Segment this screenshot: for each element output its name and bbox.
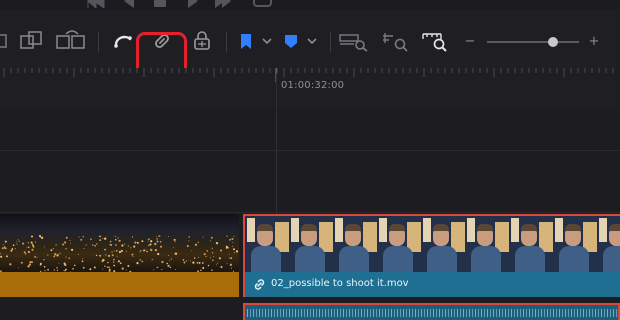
- full-extent-zoom-icon[interactable]: [338, 21, 370, 61]
- snapping-icon[interactable]: [110, 21, 136, 61]
- zoom-out-label: −: [464, 33, 476, 49]
- clip-frame: [377, 216, 421, 272]
- clip-frame: [289, 216, 333, 272]
- ripple-overwrite-icon[interactable]: [54, 21, 88, 61]
- zoom-slider-track[interactable]: [487, 41, 579, 43]
- overwrite-clip-icon[interactable]: [17, 21, 47, 61]
- marker-icon[interactable]: [281, 21, 321, 61]
- skip-to-start-icon[interactable]: [86, 0, 106, 8]
- clip-frame: [553, 216, 597, 272]
- clip-name: 02_possible to shoot it.mov: [271, 278, 409, 289]
- zoom-in-label: +: [588, 33, 600, 49]
- play-reverse-icon[interactable]: [122, 0, 136, 8]
- clip-label-bar: [0, 272, 239, 297]
- clip-thumbnail: [0, 214, 239, 272]
- video-clip-interview[interactable]: 02_possible to shoot it.mov: [243, 214, 620, 297]
- toolbar-divider: [98, 32, 99, 52]
- zoom-out-button[interactable]: −: [462, 21, 478, 61]
- replace-clip-icon[interactable]: [0, 21, 10, 61]
- clip-label-bar: 02_possible to shoot it.mov: [245, 272, 620, 297]
- playhead-line: [276, 74, 277, 220]
- clip-frame: [597, 216, 620, 272]
- play-icon[interactable]: [186, 0, 200, 8]
- transport-controls: [0, 0, 620, 10]
- link-icon: [254, 279, 265, 290]
- timeline-toolbar: − +: [0, 10, 620, 76]
- clip-frame: [509, 216, 553, 272]
- clip-frame: [333, 216, 377, 272]
- clip-frame: [421, 216, 465, 272]
- clip-frame: [465, 216, 509, 272]
- audio-track-empty: [0, 303, 241, 320]
- timeline-ruler[interactable]: 01:00:32:00: [0, 68, 620, 109]
- custom-zoom-icon[interactable]: [420, 21, 452, 61]
- skip-to-end-icon[interactable]: [213, 0, 233, 8]
- position-lock-icon[interactable]: [190, 21, 214, 61]
- audio-clip[interactable]: [243, 303, 620, 320]
- loop-icon[interactable]: [253, 0, 273, 8]
- detail-zoom-icon[interactable]: [380, 21, 412, 61]
- city-lights-thumbnail: [0, 235, 239, 272]
- track-divider: [0, 150, 620, 151]
- audio-waveform: [247, 309, 617, 317]
- toolbar-divider: [226, 32, 227, 52]
- toolbar-divider: [330, 32, 331, 52]
- clip-frame: [245, 216, 289, 272]
- stop-icon[interactable]: [153, 0, 167, 8]
- zoom-in-button[interactable]: +: [586, 21, 602, 61]
- track-divider: [0, 212, 620, 213]
- video-clip-city-night[interactable]: [0, 214, 241, 297]
- clip-thumbnails: [245, 216, 620, 272]
- flag-icon[interactable]: [236, 21, 276, 61]
- ruler-timecode: 01:00:32:00: [281, 80, 345, 91]
